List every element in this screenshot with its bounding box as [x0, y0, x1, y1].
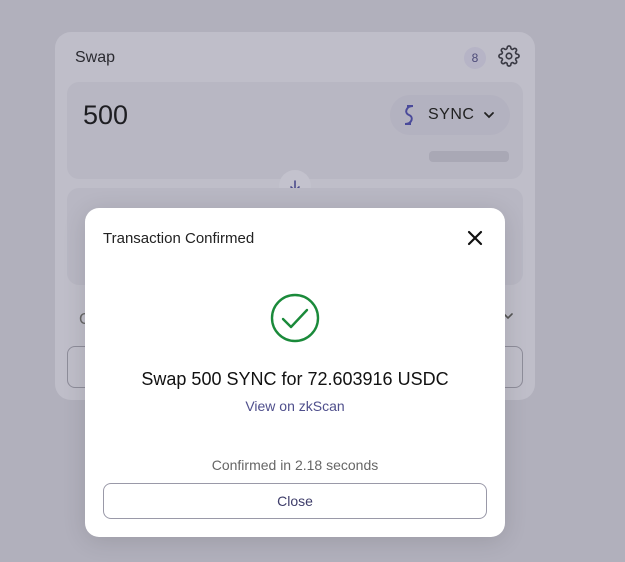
sell-panel: 500 SYNC	[67, 82, 523, 179]
chevron-down-icon	[484, 112, 495, 119]
settings-badge: 8	[464, 47, 486, 69]
sell-token-label: SYNC	[428, 106, 475, 123]
close-icon[interactable]	[465, 228, 485, 248]
sell-token-select[interactable]: SYNC	[390, 95, 510, 135]
close-button[interactable]: Close	[103, 483, 487, 519]
gear-icon[interactable]	[498, 45, 520, 67]
sync-token-icon	[404, 105, 414, 125]
success-check-icon	[270, 293, 320, 343]
view-on-zkscan-link[interactable]: View on zkScan	[85, 398, 505, 414]
sell-amount-input[interactable]: 500	[83, 100, 128, 131]
swap-title: Swap	[75, 49, 116, 66]
confirmation-time: Confirmed in 2.18 seconds	[211, 457, 379, 473]
balance-skeleton	[429, 151, 509, 162]
transaction-confirmed-modal: Transaction Confirmed Swap 500 SYNC for …	[85, 208, 505, 537]
modal-title: Transaction Confirmed	[103, 230, 255, 247]
swap-summary: Swap 500 SYNC for 72.603916 USDC	[141, 369, 449, 389]
